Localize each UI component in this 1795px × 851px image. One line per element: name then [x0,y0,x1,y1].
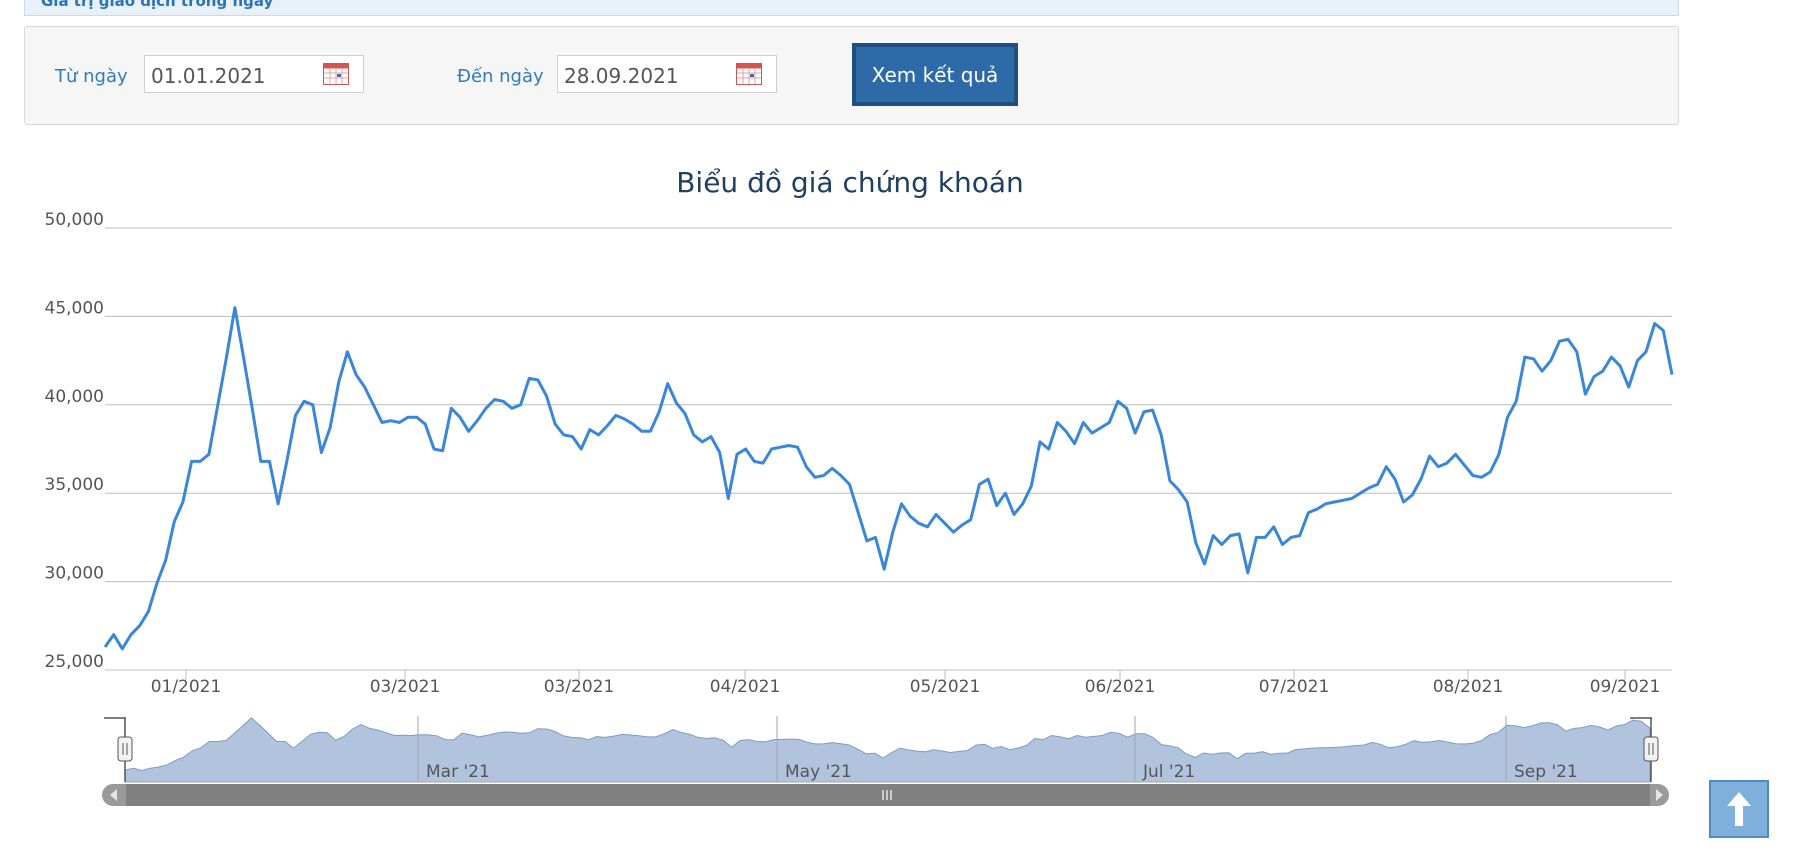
from-date-label: Từ ngày [55,66,128,87]
calendar-icon[interactable] [736,63,762,85]
daily-trading-value-tab[interactable]: Giá trị giao dịch trong ngày [24,0,1679,16]
scroll-to-top-button[interactable] [1709,780,1769,838]
price-series-line [103,306,1674,651]
x-tick-label: 03/2021 [544,677,615,697]
navigator-label: Jul '21 [1142,762,1195,782]
y-tick-label: 30,000 [45,564,104,584]
navigator-label: Mar '21 [426,762,490,782]
y-tick-label: 50,000 [45,210,104,230]
x-tick-label: 01/2021 [151,677,222,697]
from-date-value: 01.01.2021 [151,64,266,88]
x-tick-label: 09/2021 [1590,677,1661,697]
view-results-button[interactable]: Xem kết quả [852,43,1018,106]
x-tick-label: 04/2021 [710,677,781,697]
daily-trading-value-label: Giá trị giao dịch trong ngày [41,0,274,10]
navigator-label: May '21 [785,762,852,782]
x-tick-label: 07/2021 [1259,677,1330,697]
y-tick-label: 25,000 [45,652,104,672]
stock-price-chart-svg: Biểu đồ giá chứng khoán 25,000 30,000 35,0… [45,166,1674,806]
y-tick-label: 35,000 [45,475,104,495]
arrow-up-icon [1727,792,1751,826]
navigator-area [124,717,1651,783]
y-tick-label: 45,000 [45,298,104,318]
stock-price-chart: Biểu đồ giá chứng khoán 25,000 30,000 35,0… [0,140,1795,847]
navigator-handle-right[interactable] [1643,736,1659,762]
x-tick-label: 05/2021 [910,677,981,697]
y-tick-label: 40,000 [45,387,104,407]
from-date-field[interactable]: 01.01.2021 [144,55,364,93]
to-date-value: 28.09.2021 [564,64,679,88]
chart-title: Biểu đồ giá chứng khoán [676,166,1024,199]
navigator-label: Sep '21 [1514,762,1578,782]
x-tick-label: 08/2021 [1433,677,1504,697]
date-filter-bar: Từ ngày 01.01.2021 Đến ngày 28.09.2021 X… [24,26,1679,125]
to-date-field[interactable]: 28.09.2021 [557,55,777,93]
scrollbar-thumb[interactable] [126,784,1650,806]
calendar-icon[interactable] [323,63,349,85]
x-tick-label: 06/2021 [1085,677,1156,697]
navigator-handle-left[interactable] [117,736,133,762]
to-date-label: Đến ngày [457,66,544,87]
x-tick-label: 03/2021 [370,677,441,697]
